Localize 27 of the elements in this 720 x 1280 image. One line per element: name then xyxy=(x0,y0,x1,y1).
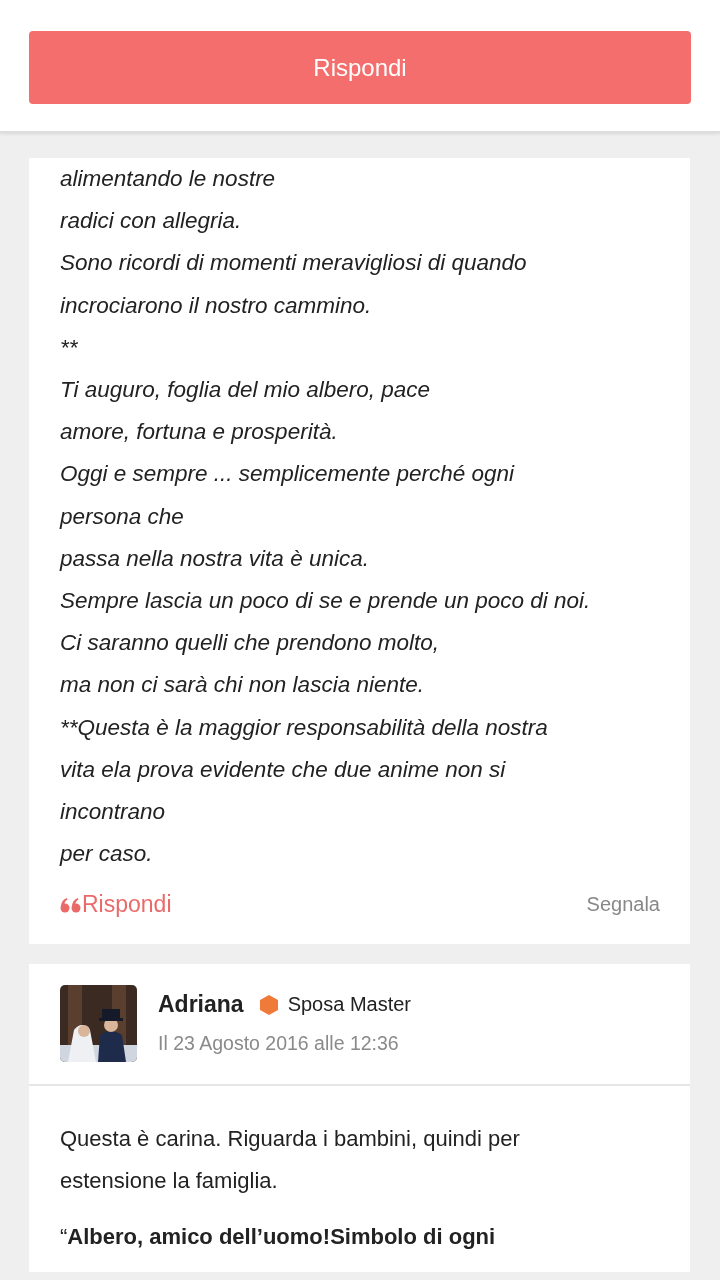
poem-line: Ci saranno quelli che prendono molto, xyxy=(60,629,439,658)
poem-line: per caso. xyxy=(60,840,153,869)
poem-line: Sempre lascia un poco di se e prende un poco di noi. xyxy=(60,587,591,616)
author-name[interactable]: Adriana xyxy=(158,991,244,1019)
post-date: Il 23 Agosto 2016 alle 12:36 xyxy=(158,1032,400,1056)
poem-line: **Questa è la maggior responsabilità della nostra xyxy=(60,713,548,742)
poem-line: radici con allegria. xyxy=(60,207,242,236)
report-link[interactable]: Segnala xyxy=(586,893,660,917)
poem-line: incrociarono il nostro cammino. xyxy=(60,291,372,320)
poem-line: vita ela prova evidente che due anime non si xyxy=(60,755,506,784)
poem-line: incontrano xyxy=(60,798,166,827)
rank-label: Sposa Master xyxy=(287,993,412,1017)
reply-link[interactable]: Rispondi xyxy=(82,891,172,919)
reply-button[interactable]: Rispondi xyxy=(29,31,691,104)
post-paragraph: “Albero, amico dell’uomo!Simbolo di ogni xyxy=(60,1223,497,1252)
poem-line: alimentando le nostre xyxy=(60,165,276,193)
poem-line: amore, fortuna e prosperità. xyxy=(60,418,338,447)
post-paragraph: Questa è carina. Riguarda i bambini, quindi per estensione la famiglia. xyxy=(60,1125,521,1196)
rank-icon xyxy=(259,994,278,1015)
poem-line: Ti auguro, foglia del mio albero, pace xyxy=(60,376,431,404)
poem-line: ** xyxy=(60,333,78,362)
poem-line: ma non ci sarà chi non lascia niente. xyxy=(60,671,424,700)
poem-line: Sono ricordi di momenti meravigliosi di quando xyxy=(60,249,527,278)
poem-line: passa nella nostra vita è unica. xyxy=(60,544,369,573)
poem-line: persona che xyxy=(60,502,184,531)
poem-line: Oggi e sempre ... semplicemente perché ogni xyxy=(60,460,514,489)
quote-icon xyxy=(60,896,82,913)
